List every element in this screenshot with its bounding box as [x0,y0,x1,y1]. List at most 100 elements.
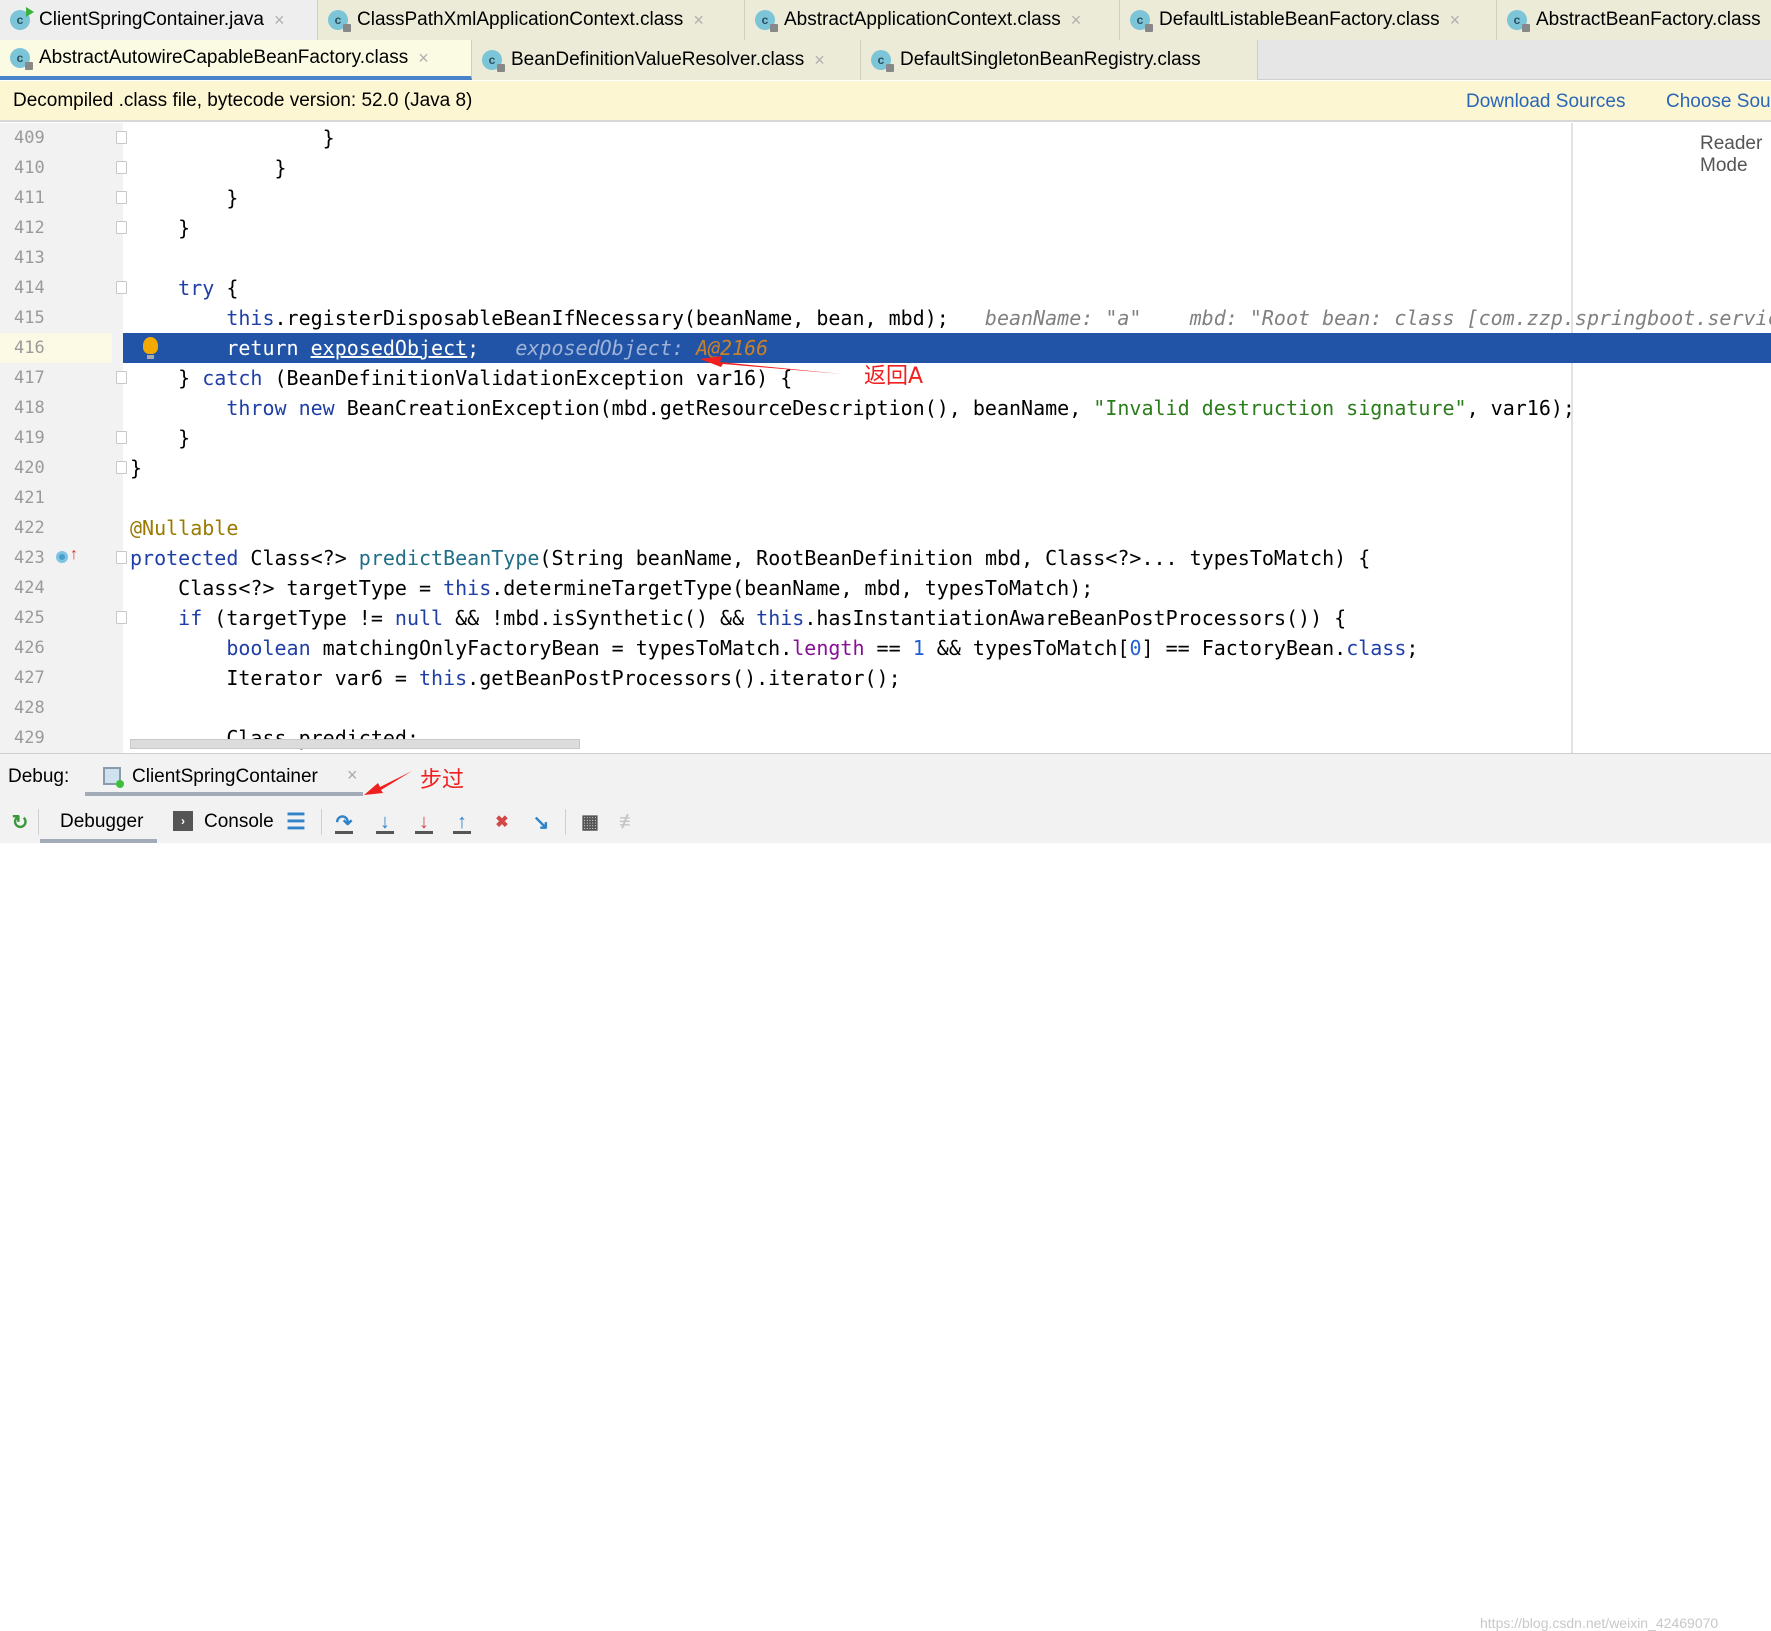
force-step-into-icon[interactable]: ↓ [412,809,436,835]
download-sources-link[interactable]: Download Sources [1466,91,1625,113]
step-out-icon[interactable]: ↑ [450,809,474,835]
fold-marker-icon[interactable] [116,161,127,174]
code-text: @Nullable [130,513,238,543]
code-token: predictBeanType [358,546,540,570]
code-line[interactable]: 423 ↑ protected Class<?> predictBeanType(S… [0,543,1771,573]
close-icon[interactable]: × [693,10,704,31]
debug-session-tab[interactable]: ClientSpringContainer × [85,754,363,796]
fold-marker-icon[interactable] [116,611,127,624]
close-icon[interactable]: × [347,765,358,786]
line-number[interactable]: 424 [0,573,112,603]
code-text: } catch (BeanDefinitionValidationExcepti… [130,363,792,393]
fold-marker-icon[interactable] [116,461,127,474]
run-to-cursor-icon[interactable]: ↘ [529,809,553,835]
fold-marker-icon[interactable] [116,221,127,234]
line-number[interactable]: 414 [0,273,112,303]
line-number[interactable]: 419 [0,423,112,453]
toolbar-separator [321,809,322,835]
code-line[interactable]: 428 [0,693,1771,723]
close-icon[interactable]: × [418,48,429,69]
line-number[interactable]: 425 [0,603,112,633]
code-line[interactable]: 411 } [0,183,1771,213]
tab-abstract-autowire-capable-bean-factory[interactable]: c AbstractAutowireCapableBeanFactory.clas… [0,40,472,80]
class-file-icon: c [10,48,33,70]
code-text: } [130,423,190,453]
line-number[interactable]: 420 [0,453,112,483]
layout-icon[interactable]: ☰ [284,809,308,835]
choose-sources-link[interactable]: Choose Sources... [1666,91,1771,113]
close-icon[interactable]: × [1071,10,1082,31]
step-into-icon[interactable]: ↓ [373,809,397,835]
tab-abstract-bean-factory[interactable]: c AbstractBeanFactory.class [1497,0,1771,40]
code-line[interactable]: 422 @Nullable [0,513,1771,543]
fold-marker-icon[interactable] [116,191,127,204]
fold-marker-icon[interactable] [116,131,127,144]
line-number[interactable]: 422 [0,513,112,543]
code-line[interactable]: 425 if (targetType != null && !mbd.isSyn… [0,603,1771,633]
line-number[interactable]: 412 [0,213,112,243]
code-line[interactable]: 420} [0,453,1771,483]
overrides-arrow-icon: ↑ [70,546,78,563]
code-text: protected Class<?> predictBeanType(Strin… [130,543,1370,573]
tab-label: AbstractApplicationContext.class [784,9,1061,30]
code-line[interactable]: 424 Class<?> targetType = this.determine… [0,573,1771,603]
line-number[interactable]: 409 [0,123,112,153]
line-number[interactable]: 418 [0,393,112,423]
trace-stream-icon[interactable]: ≢ [617,809,641,835]
tab-bean-definition-value-resolver[interactable]: c BeanDefinitionValueResolver.class × [472,40,861,80]
line-number[interactable]: 411 [0,183,112,213]
rerun-icon[interactable]: ↻ [8,809,32,835]
code-line[interactable]: 409 } [0,123,1771,153]
code-line[interactable]: 418 throw new BeanCreationException(mbd.… [0,393,1771,423]
tab-default-singleton-bean-registry[interactable]: c DefaultSingletonBeanRegistry.class [861,40,1258,80]
tab-default-listable-bean-factory[interactable]: c DefaultListableBeanFactory.class × [1120,0,1497,40]
close-icon[interactable]: × [814,50,825,71]
code-line[interactable]: 426 boolean matchingOnlyFactoryBean = ty… [0,633,1771,663]
reader-mode-button[interactable]: Reader Mode [1700,133,1771,177]
toolbar-separator [38,809,39,835]
close-icon[interactable]: × [274,10,285,31]
code-token: catch [202,366,263,390]
code-line[interactable]: 410 } [0,153,1771,183]
horizontal-scrollbar[interactable] [130,739,580,749]
line-number[interactable]: 413 [0,243,112,273]
fold-marker-icon[interactable] [116,431,127,444]
overrides-method-icon[interactable] [56,551,68,563]
line-number[interactable]: 415 [0,303,112,333]
tab-label: AbstractBeanFactory.class [1536,9,1761,30]
line-number[interactable]: 428 [0,693,112,723]
code-line[interactable]: 427 Iterator var6 = this.getBeanPostProc… [0,663,1771,693]
code-token: length [792,636,865,660]
line-number[interactable]: 429 [0,723,112,753]
tab-debugger[interactable]: Debugger [60,809,143,835]
line-number[interactable]: 417 [0,363,112,393]
code-line[interactable]: 419 } [0,423,1771,453]
line-number[interactable]: 410 [0,153,112,183]
close-icon[interactable]: × [1450,10,1461,31]
fold-marker-icon[interactable] [116,371,127,384]
step-over-icon[interactable]: ↷ [332,809,356,835]
evaluate-expression-icon[interactable]: ▦ [578,809,602,835]
code-line[interactable]: 415 this.registerDisposableBeanIfNecessa… [0,303,1771,333]
debug-toolbar: ↻ Debugger › Console ☰ ↷ ↓ ↓ ↑ ✖ ↘ ▦ ≢ h… [0,801,1771,1631]
code-token: { [214,276,239,300]
tab-abstract-application-context[interactable]: c AbstractApplicationContext.class × [745,0,1120,40]
fold-marker-icon[interactable] [116,281,127,294]
drop-frame-icon[interactable]: ✖ [490,809,514,835]
code-line[interactable]: 421 [0,483,1771,513]
code-editor[interactable]: 409 } 410 } 411 } 412 } 413 414 try {415 this… [0,123,1771,753]
code-line[interactable]: 412 } [0,213,1771,243]
code-line[interactable]: 414 try { [0,273,1771,303]
tab-console[interactable]: Console [204,809,274,835]
code-line[interactable]: 413 [0,243,1771,273]
line-number[interactable]: 421 [0,483,112,513]
code-text: return exposedObject; exposedObject: A@2… [130,333,768,363]
line-number[interactable]: 427 [0,663,112,693]
code-token: boolean [226,636,311,660]
line-number[interactable]: 416 [0,333,112,363]
class-file-icon: c [328,10,351,32]
line-number[interactable]: 426 [0,633,112,663]
tab-client-spring-container[interactable]: c ClientSpringContainer.java × [0,0,318,40]
tab-classpath-xml-application-context[interactable]: c ClassPathXmlApplicationContext.class × [318,0,745,40]
fold-marker-icon[interactable] [116,551,127,564]
